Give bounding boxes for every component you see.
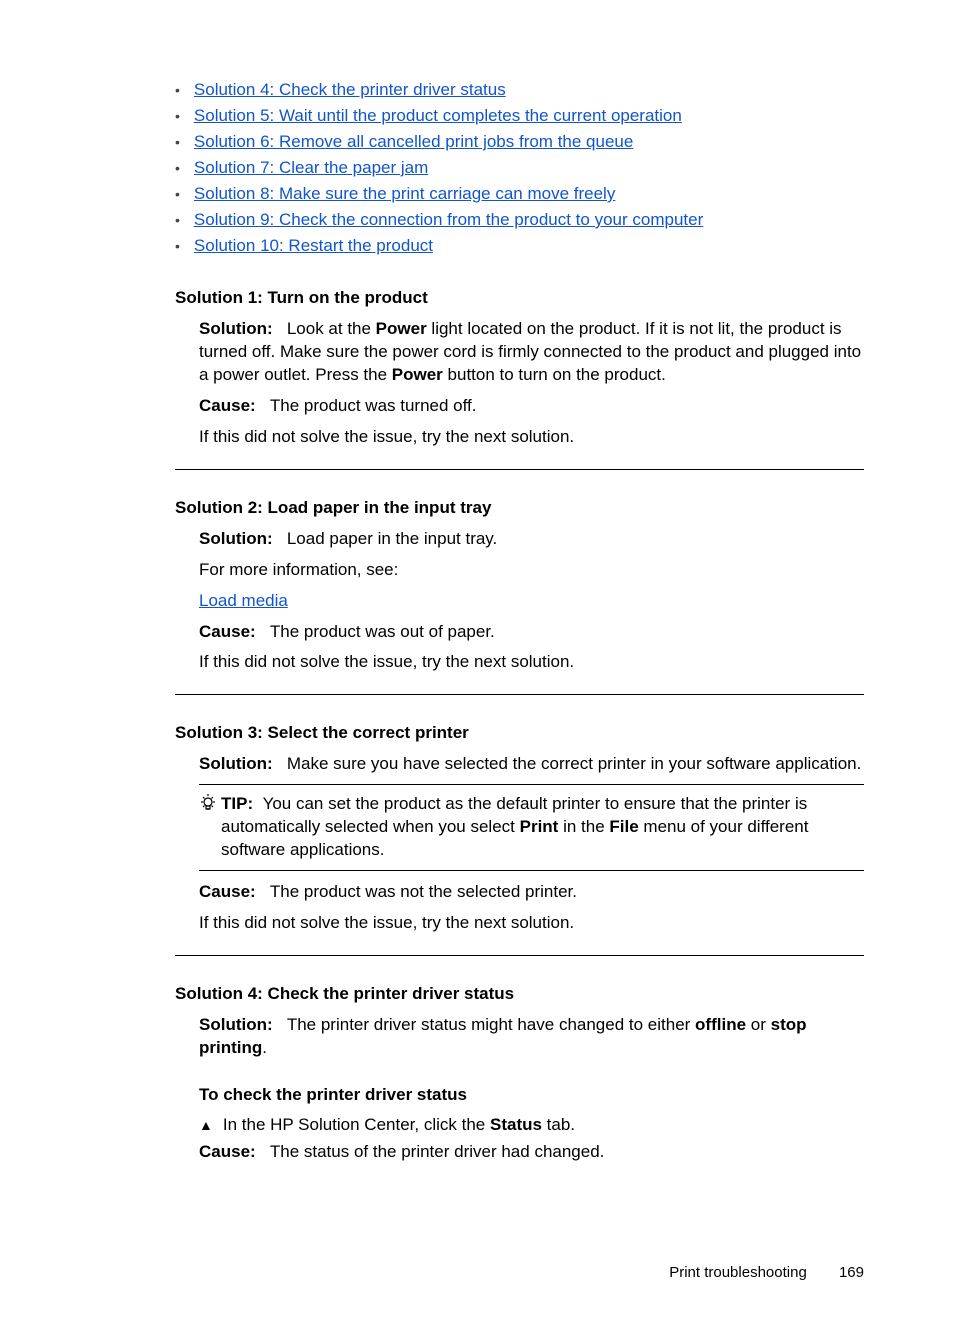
power-label: Power — [376, 319, 427, 338]
list-item: • Solution 6: Remove all cancelled print … — [175, 132, 864, 152]
solution-2-text: Solution: Load paper in the input tray. — [199, 528, 864, 551]
solution-1-title: Solution 1: Turn on the product — [175, 288, 864, 308]
text: . — [262, 1038, 267, 1057]
cause-text: The status of the printer driver had cha… — [270, 1142, 605, 1161]
divider — [175, 694, 864, 695]
text: The printer driver status might have cha… — [287, 1015, 695, 1034]
bullet-icon: • — [175, 134, 180, 150]
tip-box: TIP: You can set the product as the defa… — [199, 784, 864, 871]
text: in the — [558, 817, 609, 836]
text: Load paper in the input tray. — [287, 529, 497, 548]
status-label: Status — [490, 1115, 542, 1134]
text: tab. — [542, 1115, 575, 1134]
cause-text: The product was turned off. — [270, 396, 477, 415]
step-text: In the HP Solution Center, click the Sta… — [223, 1115, 575, 1135]
cause-label: Cause: — [199, 882, 256, 901]
tip-content: TIP: You can set the product as the defa… — [221, 793, 864, 862]
solution-links-list: • Solution 4: Check the printer driver st… — [175, 80, 864, 256]
link-solution-4[interactable]: Solution 4: Check the printer driver sta… — [194, 80, 506, 100]
bullet-icon: • — [175, 186, 180, 202]
footer-section: Print troubleshooting — [669, 1264, 807, 1281]
link-solution-5[interactable]: Solution 5: Wait until the product compl… — [194, 106, 682, 126]
cause-text: The product was not the selected printer… — [270, 882, 577, 901]
link-solution-9[interactable]: Solution 9: Check the connection from th… — [194, 210, 703, 230]
list-item: • Solution 5: Wait until the product comp… — [175, 106, 864, 126]
triangle-up-icon: ▲ — [199, 1117, 213, 1133]
file-label: File — [609, 817, 638, 836]
solution-1-text: Solution: Look at the Power light locate… — [199, 318, 864, 387]
solution-3-text: Solution: Make sure you have selected th… — [199, 753, 864, 776]
bullet-icon: • — [175, 212, 180, 228]
solution-3-cause: Cause: The product was not the selected … — [199, 881, 864, 904]
solution-2-cause: Cause: The product was out of paper. — [199, 621, 864, 644]
print-label: Print — [520, 817, 559, 836]
solution-2-more: For more information, see: — [199, 559, 864, 582]
list-item: • Solution 8: Make sure the print carriag… — [175, 184, 864, 204]
bullet-icon: • — [175, 160, 180, 176]
link-solution-6[interactable]: Solution 6: Remove all cancelled print j… — [194, 132, 633, 152]
solution-4-text: Solution: The printer driver status migh… — [199, 1014, 864, 1060]
cause-text: The product was out of paper. — [270, 622, 495, 641]
divider — [175, 955, 864, 956]
link-load-media[interactable]: Load media — [199, 591, 288, 610]
divider — [175, 469, 864, 470]
solution-label: Solution: — [199, 754, 273, 773]
cause-label: Cause: — [199, 622, 256, 641]
text: button to turn on the product. — [443, 365, 666, 384]
bullet-icon: • — [175, 82, 180, 98]
text: Make sure you have selected the correct … — [287, 754, 862, 773]
list-item: • Solution 9: Check the connection from t… — [175, 210, 864, 230]
list-item: • Solution 7: Clear the paper jam — [175, 158, 864, 178]
link-solution-8[interactable]: Solution 8: Make sure the print carriage… — [194, 184, 615, 204]
solution-3-title: Solution 3: Select the correct printer — [175, 723, 864, 743]
bullet-icon: • — [175, 108, 180, 124]
text: or — [746, 1015, 771, 1034]
link-solution-10[interactable]: Solution 10: Restart the product — [194, 236, 433, 256]
solution-label: Solution: — [199, 529, 273, 548]
solution-4-cause: Cause: The status of the printer driver … — [199, 1141, 864, 1164]
list-item: • Solution 4: Check the printer driver st… — [175, 80, 864, 100]
solution-label: Solution: — [199, 1015, 273, 1034]
list-item: • Solution 10: Restart the product — [175, 236, 864, 256]
solution-1-cause: Cause: The product was turned off. — [199, 395, 864, 418]
solution-4-title: Solution 4: Check the printer driver sta… — [175, 984, 864, 1004]
solution-label: Solution: — [199, 319, 273, 338]
solution-1-next: If this did not solve the issue, try the… — [199, 426, 864, 449]
cause-label: Cause: — [199, 396, 256, 415]
link-solution-7[interactable]: Solution 7: Clear the paper jam — [194, 158, 428, 178]
bullet-icon: • — [175, 238, 180, 254]
tip-lightbulb-icon — [199, 793, 221, 819]
solution-2-next: If this did not solve the issue, try the… — [199, 651, 864, 674]
tip-label: TIP: — [221, 794, 253, 813]
text: In the HP Solution Center, click the — [223, 1115, 490, 1134]
page-footer: Print troubleshooting 169 — [669, 1264, 864, 1281]
step-row: ▲ In the HP Solution Center, click the S… — [199, 1115, 864, 1135]
solution-4-subtitle: To check the printer driver status — [199, 1084, 864, 1107]
solution-3-next: If this did not solve the issue, try the… — [199, 912, 864, 935]
solution-2-title: Solution 2: Load paper in the input tray — [175, 498, 864, 518]
text: Look at the — [287, 319, 376, 338]
footer-page-number: 169 — [839, 1264, 864, 1281]
cause-label: Cause: — [199, 1142, 256, 1161]
offline-label: offline — [695, 1015, 746, 1034]
power-label: Power — [392, 365, 443, 384]
